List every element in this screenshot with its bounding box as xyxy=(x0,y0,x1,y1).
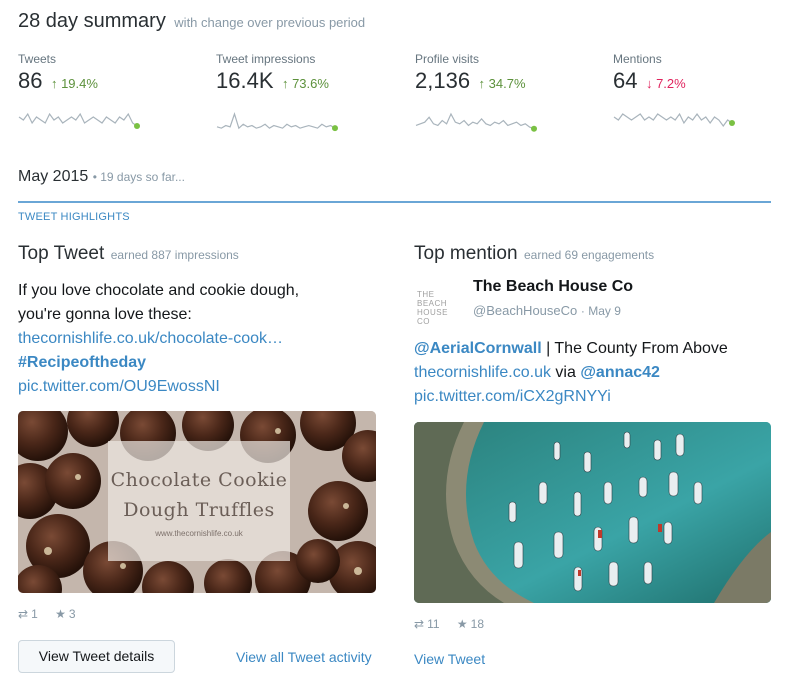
metric-mentions: Mentions 64 ↓ 7.2% xyxy=(613,52,793,128)
metric-label: Tweet impressions xyxy=(216,52,316,66)
mention-handle-text[interactable]: @BeachHouseCo xyxy=(473,303,577,318)
top-tweet-heading: Top Tweet xyxy=(18,243,105,264)
sparkline-end-dot xyxy=(531,125,537,132)
sparkline-path xyxy=(216,112,336,130)
image-caption-overlay: Chocolate Cookie Dough Truffles www.thec… xyxy=(108,441,290,561)
top-mention-stats: ⇄ 11 ★ 18 xyxy=(414,617,484,631)
image-title-line: Chocolate Cookie xyxy=(110,468,288,491)
summary-subtitle: with change over previous period xyxy=(174,15,366,30)
retweet-count: 11 xyxy=(427,617,440,631)
metric-value: 2,136 xyxy=(415,68,471,93)
mention-text-segment: | The County From Above xyxy=(541,340,728,357)
retweet-icon: ⇄ xyxy=(18,607,29,621)
via-handle-link[interactable]: @annac42 xyxy=(580,364,660,381)
top-tweet-stats: ⇄ 1 ★ 3 xyxy=(18,607,76,621)
retweet-count: 1 xyxy=(31,607,38,621)
favorite-star-icon: ★ xyxy=(55,607,66,621)
sparkline xyxy=(18,112,140,129)
summary-title: 28 day summary xyxy=(18,10,166,32)
metric-change-value: 34.7% xyxy=(488,76,526,91)
arrow-up-icon: ↑ xyxy=(50,76,58,91)
month-title: May 2015 xyxy=(18,168,89,185)
tweet-hashtag[interactable]: #Recipeoftheday xyxy=(18,351,378,375)
arrow-down-icon: ↓ xyxy=(645,76,653,91)
metric-change: ↑ 34.7% xyxy=(479,76,526,91)
avatar-logo-line: THE BEACH xyxy=(417,290,448,308)
view-all-tweet-activity-link[interactable]: View all Tweet activity xyxy=(236,649,372,665)
sparkline-end-dot xyxy=(729,120,735,126)
month-header: May 2015 • 19 days so far... xyxy=(18,168,185,186)
arrow-up-icon: ↑ xyxy=(478,76,486,91)
sparkline xyxy=(216,112,338,132)
mention-tweet-text: @AerialCornwall | The County From Above … xyxy=(414,337,784,409)
image-title-line: Dough Truffles xyxy=(123,498,275,521)
sparkline-path xyxy=(18,112,138,127)
top-tweet-text: If you love chocolate and cookie dough, … xyxy=(18,279,378,399)
favorite-star-icon: ★ xyxy=(456,617,468,631)
mention-via: via xyxy=(550,364,581,381)
mention-link[interactable]: thecornishlife.co.uk xyxy=(414,364,551,381)
summary-header: 28 day summary with change over previous… xyxy=(18,10,365,33)
sparkline-path xyxy=(613,112,733,128)
sparkline xyxy=(613,112,735,128)
top-tweet-earned: earned 887 impressions xyxy=(110,248,239,262)
metric-label: Mentions xyxy=(613,52,662,66)
top-tweet-image[interactable]: Chocolate Cookie Dough Truffles www.thec… xyxy=(18,411,376,593)
metric-value: 64 xyxy=(613,68,638,93)
retweet-icon: ⇄ xyxy=(414,617,425,631)
image-site: www.thecornishlife.co.uk xyxy=(155,528,243,538)
tweet-line: you're gonna love these: xyxy=(18,306,192,323)
tweet-line: If you love chocolate and cookie dough, xyxy=(18,282,300,299)
mention-handle-link[interactable]: @AerialCornwall xyxy=(414,340,542,357)
metric-change-value: 19.4% xyxy=(61,76,98,91)
mention-user-name[interactable]: The Beach House Co xyxy=(473,278,633,296)
mention-date: · May 9 xyxy=(580,304,621,318)
metric-label: Tweets xyxy=(18,52,57,66)
favorite-count: 18 xyxy=(470,617,484,631)
metric-change: ↓ 7.2% xyxy=(646,76,686,91)
harbour-photo xyxy=(414,422,771,603)
metric-label: Profile visits xyxy=(415,52,480,66)
top-mention-header: Top mention earned 69 engagements xyxy=(414,243,654,265)
favorite-count: 3 xyxy=(68,607,76,621)
view-tweet-link[interactable]: View Tweet xyxy=(414,651,485,667)
month-subtitle: • 19 days so far... xyxy=(92,170,185,184)
metric-value: 86 xyxy=(18,68,43,93)
avatar-logo-line: HOUSE CO xyxy=(417,308,448,326)
section-divider xyxy=(18,201,771,203)
metric-change-value: 73.6% xyxy=(292,76,329,91)
tweet-pic-link[interactable]: pic.twitter.com/OU9EwossNI xyxy=(18,375,378,399)
top-tweet-header: Top Tweet earned 887 impressions xyxy=(18,243,239,265)
sparkline xyxy=(415,112,537,132)
metric-profile-visits: Profile visits 2,136 ↑ 34.7% xyxy=(415,52,595,132)
avatar[interactable]: THE BEACH HOUSE CO xyxy=(417,290,461,326)
metric-tweets: Tweets 86 ↑ 19.4% xyxy=(18,52,198,129)
top-mention-earned: earned 69 engagements xyxy=(523,248,655,262)
metric-change: ↑ 19.4% xyxy=(51,76,98,91)
metric-change: ↑ 73.6% xyxy=(282,76,329,91)
tweet-link[interactable]: thecornishlife.co.uk/chocolate-cook… xyxy=(18,327,378,351)
tweet-highlights-label: TWEET HIGHLIGHTS xyxy=(18,211,130,223)
metric-value: 16.4K xyxy=(216,68,274,93)
metric-tweet-impressions: Tweet impressions 16.4K ↑ 73.6% xyxy=(216,52,396,132)
view-tweet-details-button[interactable]: View Tweet details xyxy=(18,640,175,673)
metric-change-value: 7.2% xyxy=(656,76,686,91)
sparkline-end-dot xyxy=(134,123,140,129)
mention-pic-link[interactable]: pic.twitter.com/iCX2gRNYYi xyxy=(414,388,611,405)
top-mention-image[interactable] xyxy=(414,422,771,603)
top-mention-heading: Top mention xyxy=(414,243,518,264)
sparkline-end-dot xyxy=(332,125,338,132)
arrow-up-icon: ↑ xyxy=(281,76,289,91)
sparkline-path xyxy=(415,112,535,130)
mention-user-handle: @BeachHouseCo · May 9 xyxy=(473,303,621,318)
